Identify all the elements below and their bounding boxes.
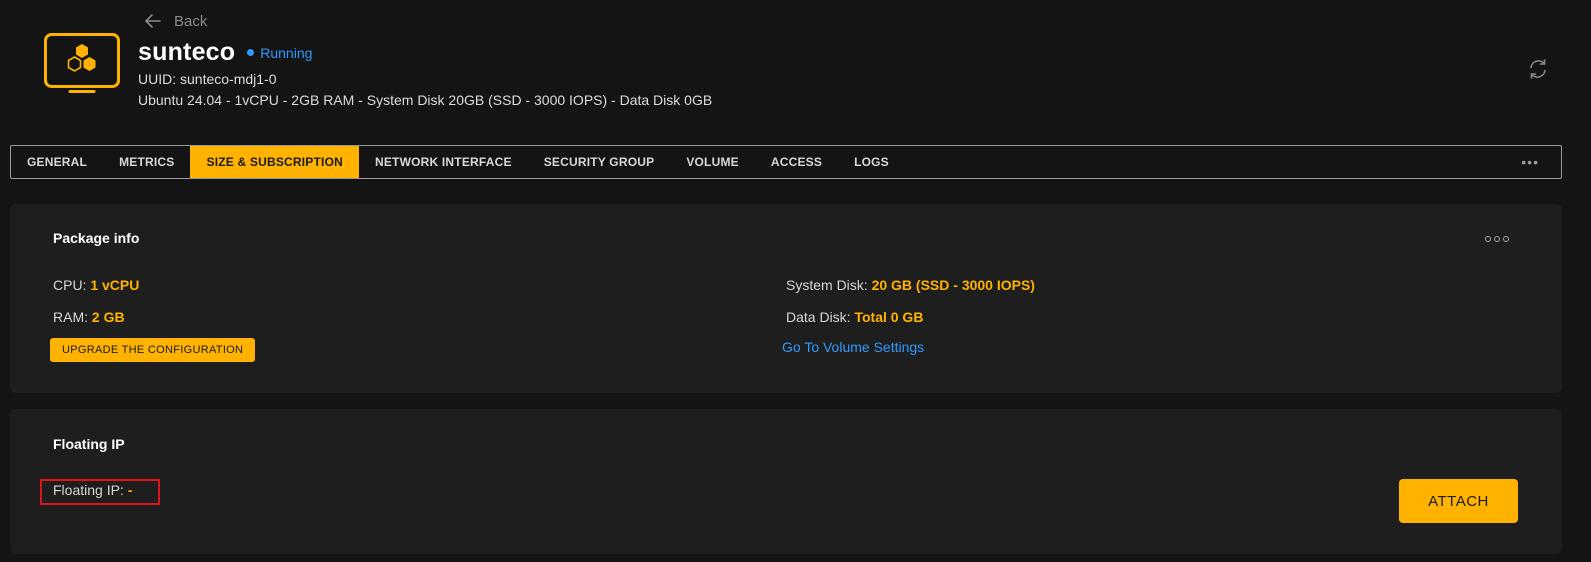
package-info-card: Package info CPU: 1 vCPU RAM: 2 GB UPGRA… xyxy=(10,204,1562,393)
attach-button[interactable]: ATTACH xyxy=(1399,479,1518,523)
status-dot-icon xyxy=(247,49,255,56)
refresh-icon[interactable] xyxy=(1527,58,1549,80)
system-disk-label: System Disk: xyxy=(786,277,868,293)
cpu-value: 1 vCPU xyxy=(90,277,140,293)
vm-specs: Ubuntu 24.04 - 1vCPU - 2GB RAM - System … xyxy=(138,92,713,108)
ram-value: 2 GB xyxy=(91,309,125,325)
back-link[interactable]: Back xyxy=(144,12,207,30)
system-disk-value: 20 GB (SSD - 3000 IOPS) xyxy=(871,277,1035,293)
vm-monitor-icon xyxy=(44,33,120,93)
tab-metrics[interactable]: METRICS xyxy=(103,146,190,178)
vm-name: sunteco xyxy=(138,38,236,66)
tab-general[interactable]: GENERAL xyxy=(11,146,103,178)
data-disk-label: Data Disk: xyxy=(786,309,851,325)
ram-label: RAM: xyxy=(53,309,88,325)
cpu-row: CPU: 1 vCPU xyxy=(53,277,139,293)
tab-access[interactable]: ACCESS xyxy=(755,146,838,178)
floating-ip-row: Floating IP: - xyxy=(53,482,132,498)
cpu-label: CPU: xyxy=(53,277,87,293)
package-info-title: Package info xyxy=(53,230,140,246)
floating-ip-card: Floating IP Floating IP: - ATTACH xyxy=(10,409,1562,554)
data-disk-row: Data Disk: Total 0 GB xyxy=(786,309,923,325)
volume-settings-link[interactable]: Go To Volume Settings xyxy=(782,339,924,355)
ram-row: RAM: 2 GB xyxy=(53,309,125,325)
tab-security-group[interactable]: SECURITY GROUP xyxy=(528,146,671,178)
system-disk-row: System Disk: 20 GB (SSD - 3000 IOPS) xyxy=(786,277,1035,293)
vm-title-row: sunteco Running xyxy=(138,38,312,67)
tab-logs[interactable]: LOGS xyxy=(838,146,905,178)
more-options-icon[interactable] xyxy=(1485,236,1509,242)
floating-ip-label: Floating IP: xyxy=(53,482,124,498)
tab-network-interface[interactable]: NETWORK INTERFACE xyxy=(359,146,528,178)
tabs-more-icon[interactable]: ••• xyxy=(1499,146,1561,178)
tab-volume[interactable]: VOLUME xyxy=(670,146,755,178)
back-label: Back xyxy=(174,12,208,30)
arrow-left-icon xyxy=(145,14,161,28)
upgrade-configuration-button[interactable]: UPGRADE THE CONFIGURATION xyxy=(50,338,256,362)
floating-ip-title: Floating IP xyxy=(53,436,125,452)
vm-uuid: UUID: sunteco-mdj1-0 xyxy=(138,71,277,87)
data-disk-value: Total 0 GB xyxy=(854,309,924,325)
tab-size-subscription[interactable]: SIZE & SUBSCRIPTION xyxy=(190,146,359,178)
tab-bar: GENERAL METRICS SIZE & SUBSCRIPTION NETW… xyxy=(10,145,1562,179)
floating-ip-value: - xyxy=(127,482,133,498)
status-badge: Running xyxy=(260,44,313,61)
